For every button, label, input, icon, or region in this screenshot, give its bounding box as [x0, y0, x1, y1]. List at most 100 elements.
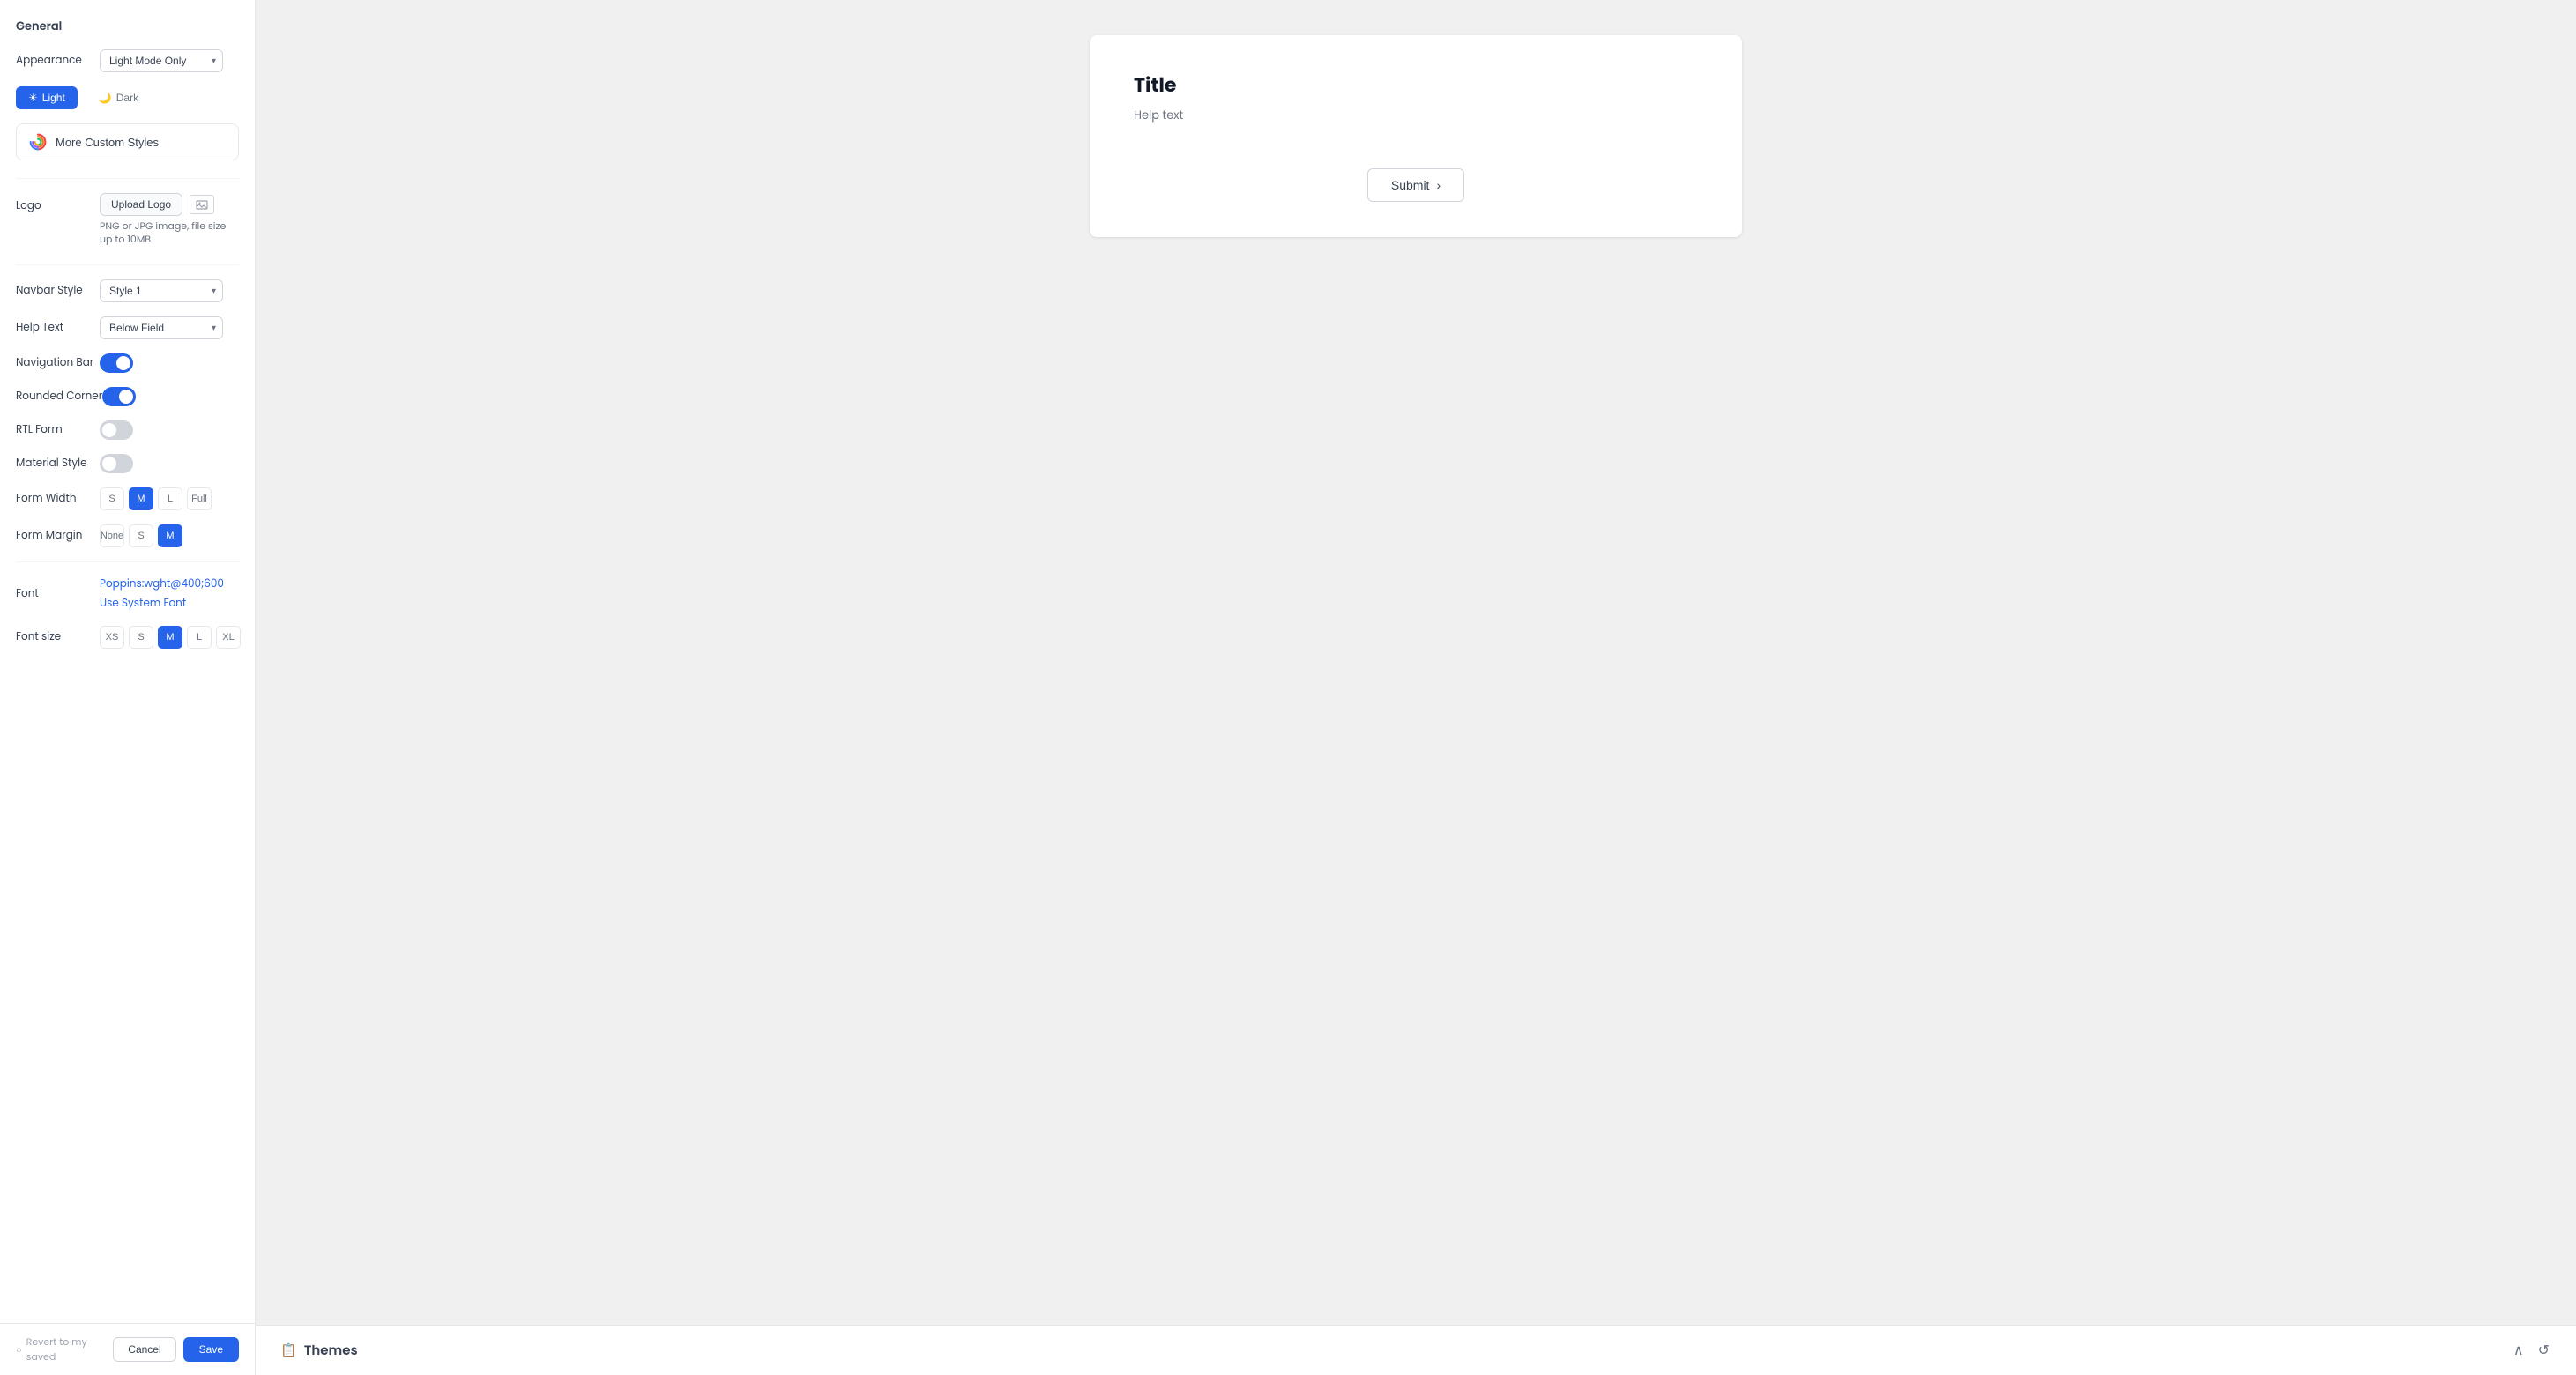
rounded-corner-toggle[interactable] — [102, 387, 136, 406]
form-width-buttons: S M L Full — [100, 487, 212, 510]
light-btn-label: Light — [42, 92, 65, 104]
themes-chevron-up-button[interactable]: ∧ — [2512, 1340, 2526, 1361]
font-size-l-button[interactable]: L — [187, 626, 212, 649]
form-width-m-button[interactable]: M — [129, 487, 153, 510]
rounded-corner-slider — [102, 387, 136, 406]
more-custom-styles-button[interactable]: More Custom Styles — [16, 123, 239, 160]
font-links: Poppins:wght@400;600 Use System Font — [100, 576, 224, 612]
left-panel: General Appearance Light Mode Only Dark … — [0, 0, 256, 1375]
form-margin-none-button[interactable]: None — [100, 524, 124, 547]
themes-footer: 📋 Themes ∧ ↺ — [256, 1325, 2576, 1375]
material-style-label: Material Style — [16, 456, 100, 472]
preview-title: Title — [1134, 71, 1698, 100]
revert-icon: ○ — [16, 1342, 22, 1357]
themes-label-area: 📋 Themes — [280, 1341, 358, 1361]
appearance-row: Appearance Light Mode Only Dark Mode Onl… — [16, 49, 239, 72]
preview-help-text: Help text — [1134, 107, 1698, 124]
main-content: Title Help text Submit › 📋 Themes ∧ ↺ — [256, 0, 2576, 1375]
font-size-s-button[interactable]: S — [129, 626, 153, 649]
theme-buttons-row: ☀ Light 🌙 Dark — [16, 86, 239, 109]
rtl-form-toggle[interactable] — [100, 420, 133, 440]
form-width-row: Form Width S M L Full — [16, 487, 239, 510]
appearance-control: Light Mode Only Dark Mode Only Auto ▾ — [100, 49, 239, 72]
form-width-full-button[interactable]: Full — [187, 487, 212, 510]
divider-1 — [16, 178, 239, 179]
revert-link[interactable]: ○ Revert to my saved — [16, 1334, 113, 1364]
refresh-icon: ↺ — [2538, 1343, 2550, 1358]
submit-button[interactable]: Submit › — [1367, 168, 1464, 202]
nav-bar-slider — [100, 353, 133, 373]
font-row: Font Poppins:wght@400;600 Use System Fon… — [16, 576, 239, 612]
image-icon — [196, 200, 208, 210]
font-size-row: Font size XS S M L XL — [16, 626, 239, 649]
preview-card: Title Help text Submit › — [1090, 35, 1742, 237]
submit-label: Submit — [1391, 178, 1430, 192]
navbar-style-select-wrapper: Style 1 Style 2 Style 3 ▾ — [100, 279, 223, 302]
use-system-font-link[interactable]: Use System Font — [100, 596, 224, 612]
rtl-form-label: RTL Form — [16, 422, 100, 438]
themes-actions: ∧ ↺ — [2512, 1340, 2551, 1361]
themes-icon: 📋 — [280, 1341, 297, 1361]
material-style-slider — [100, 454, 133, 473]
form-margin-row: Form Margin None S M — [16, 524, 239, 547]
divider-2 — [16, 264, 239, 265]
logo-upload-area: Upload Logo — [100, 193, 239, 216]
logo-image-placeholder — [190, 195, 214, 214]
rainbow-icon — [29, 133, 47, 151]
rtl-form-row: RTL Form — [16, 420, 239, 440]
logo-hint: PNG or JPG image, file size up to 10MB — [100, 219, 239, 247]
rounded-corner-row: Rounded Corner — [16, 387, 239, 406]
appearance-select-wrapper: Light Mode Only Dark Mode Only Auto ▾ — [100, 49, 223, 72]
navbar-style-row: Navbar Style Style 1 Style 2 Style 3 ▾ — [16, 279, 239, 302]
themes-refresh-button[interactable]: ↺ — [2536, 1340, 2551, 1361]
sun-icon: ☀ — [28, 92, 38, 104]
navbar-style-select[interactable]: Style 1 Style 2 Style 3 — [100, 279, 223, 302]
help-text-select-wrapper: Below Field Above Field Tooltip ▾ — [100, 316, 223, 339]
action-buttons: Cancel Save — [113, 1337, 239, 1362]
material-style-row: Material Style — [16, 454, 239, 473]
moon-icon: 🌙 — [99, 92, 112, 104]
rounded-corner-label: Rounded Corner — [16, 389, 102, 405]
nav-bar-label: Navigation Bar — [16, 355, 100, 371]
form-margin-label: Form Margin — [16, 528, 100, 544]
dark-mode-button[interactable]: 🌙 Dark — [86, 86, 151, 109]
logo-upload-section: Upload Logo PNG or JPG image, file size … — [100, 193, 239, 247]
form-width-label: Form Width — [16, 491, 100, 507]
appearance-select[interactable]: Light Mode Only Dark Mode Only Auto — [100, 49, 223, 72]
light-mode-button[interactable]: ☀ Light — [16, 86, 78, 109]
section-title: General — [16, 18, 239, 35]
logo-row: Logo Upload Logo PNG or JPG image, file … — [16, 193, 239, 247]
bottom-bar: ○ Revert to my saved Cancel Save — [0, 1323, 255, 1375]
form-width-l-button[interactable]: L — [158, 487, 182, 510]
help-text-row: Help Text Below Field Above Field Toolti… — [16, 316, 239, 339]
form-width-s-button[interactable]: S — [100, 487, 124, 510]
themes-text: Themes — [304, 1341, 358, 1361]
material-style-toggle[interactable] — [100, 454, 133, 473]
font-size-buttons: XS S M L XL — [100, 626, 241, 649]
help-text-select[interactable]: Below Field Above Field Tooltip — [100, 316, 223, 339]
font-size-label: Font size — [16, 629, 100, 645]
revert-label: Revert to my saved — [26, 1334, 114, 1364]
font-family-link[interactable]: Poppins:wght@400;600 — [100, 576, 224, 592]
custom-styles-label: More Custom Styles — [56, 136, 159, 149]
dark-btn-label: Dark — [116, 92, 138, 104]
font-size-m-button[interactable]: M — [158, 626, 182, 649]
save-button[interactable]: Save — [183, 1337, 239, 1362]
font-label: Font — [16, 586, 100, 602]
form-margin-s-button[interactable]: S — [129, 524, 153, 547]
chevron-up-icon: ∧ — [2513, 1343, 2524, 1358]
help-text-control: Below Field Above Field Tooltip ▾ — [100, 316, 239, 339]
font-size-xl-button[interactable]: XL — [216, 626, 241, 649]
help-text-label: Help Text — [16, 320, 100, 336]
form-margin-m-button[interactable]: M — [158, 524, 182, 547]
form-margin-buttons: None S M — [100, 524, 182, 547]
cancel-button[interactable]: Cancel — [113, 1337, 175, 1362]
upload-logo-button[interactable]: Upload Logo — [100, 193, 182, 216]
appearance-label: Appearance — [16, 53, 100, 69]
divider-3 — [16, 561, 239, 562]
nav-bar-toggle[interactable] — [100, 353, 133, 373]
font-size-xs-button[interactable]: XS — [100, 626, 124, 649]
submit-arrow-icon: › — [1436, 178, 1441, 192]
navbar-style-label: Navbar Style — [16, 283, 100, 299]
nav-bar-row: Navigation Bar — [16, 353, 239, 373]
